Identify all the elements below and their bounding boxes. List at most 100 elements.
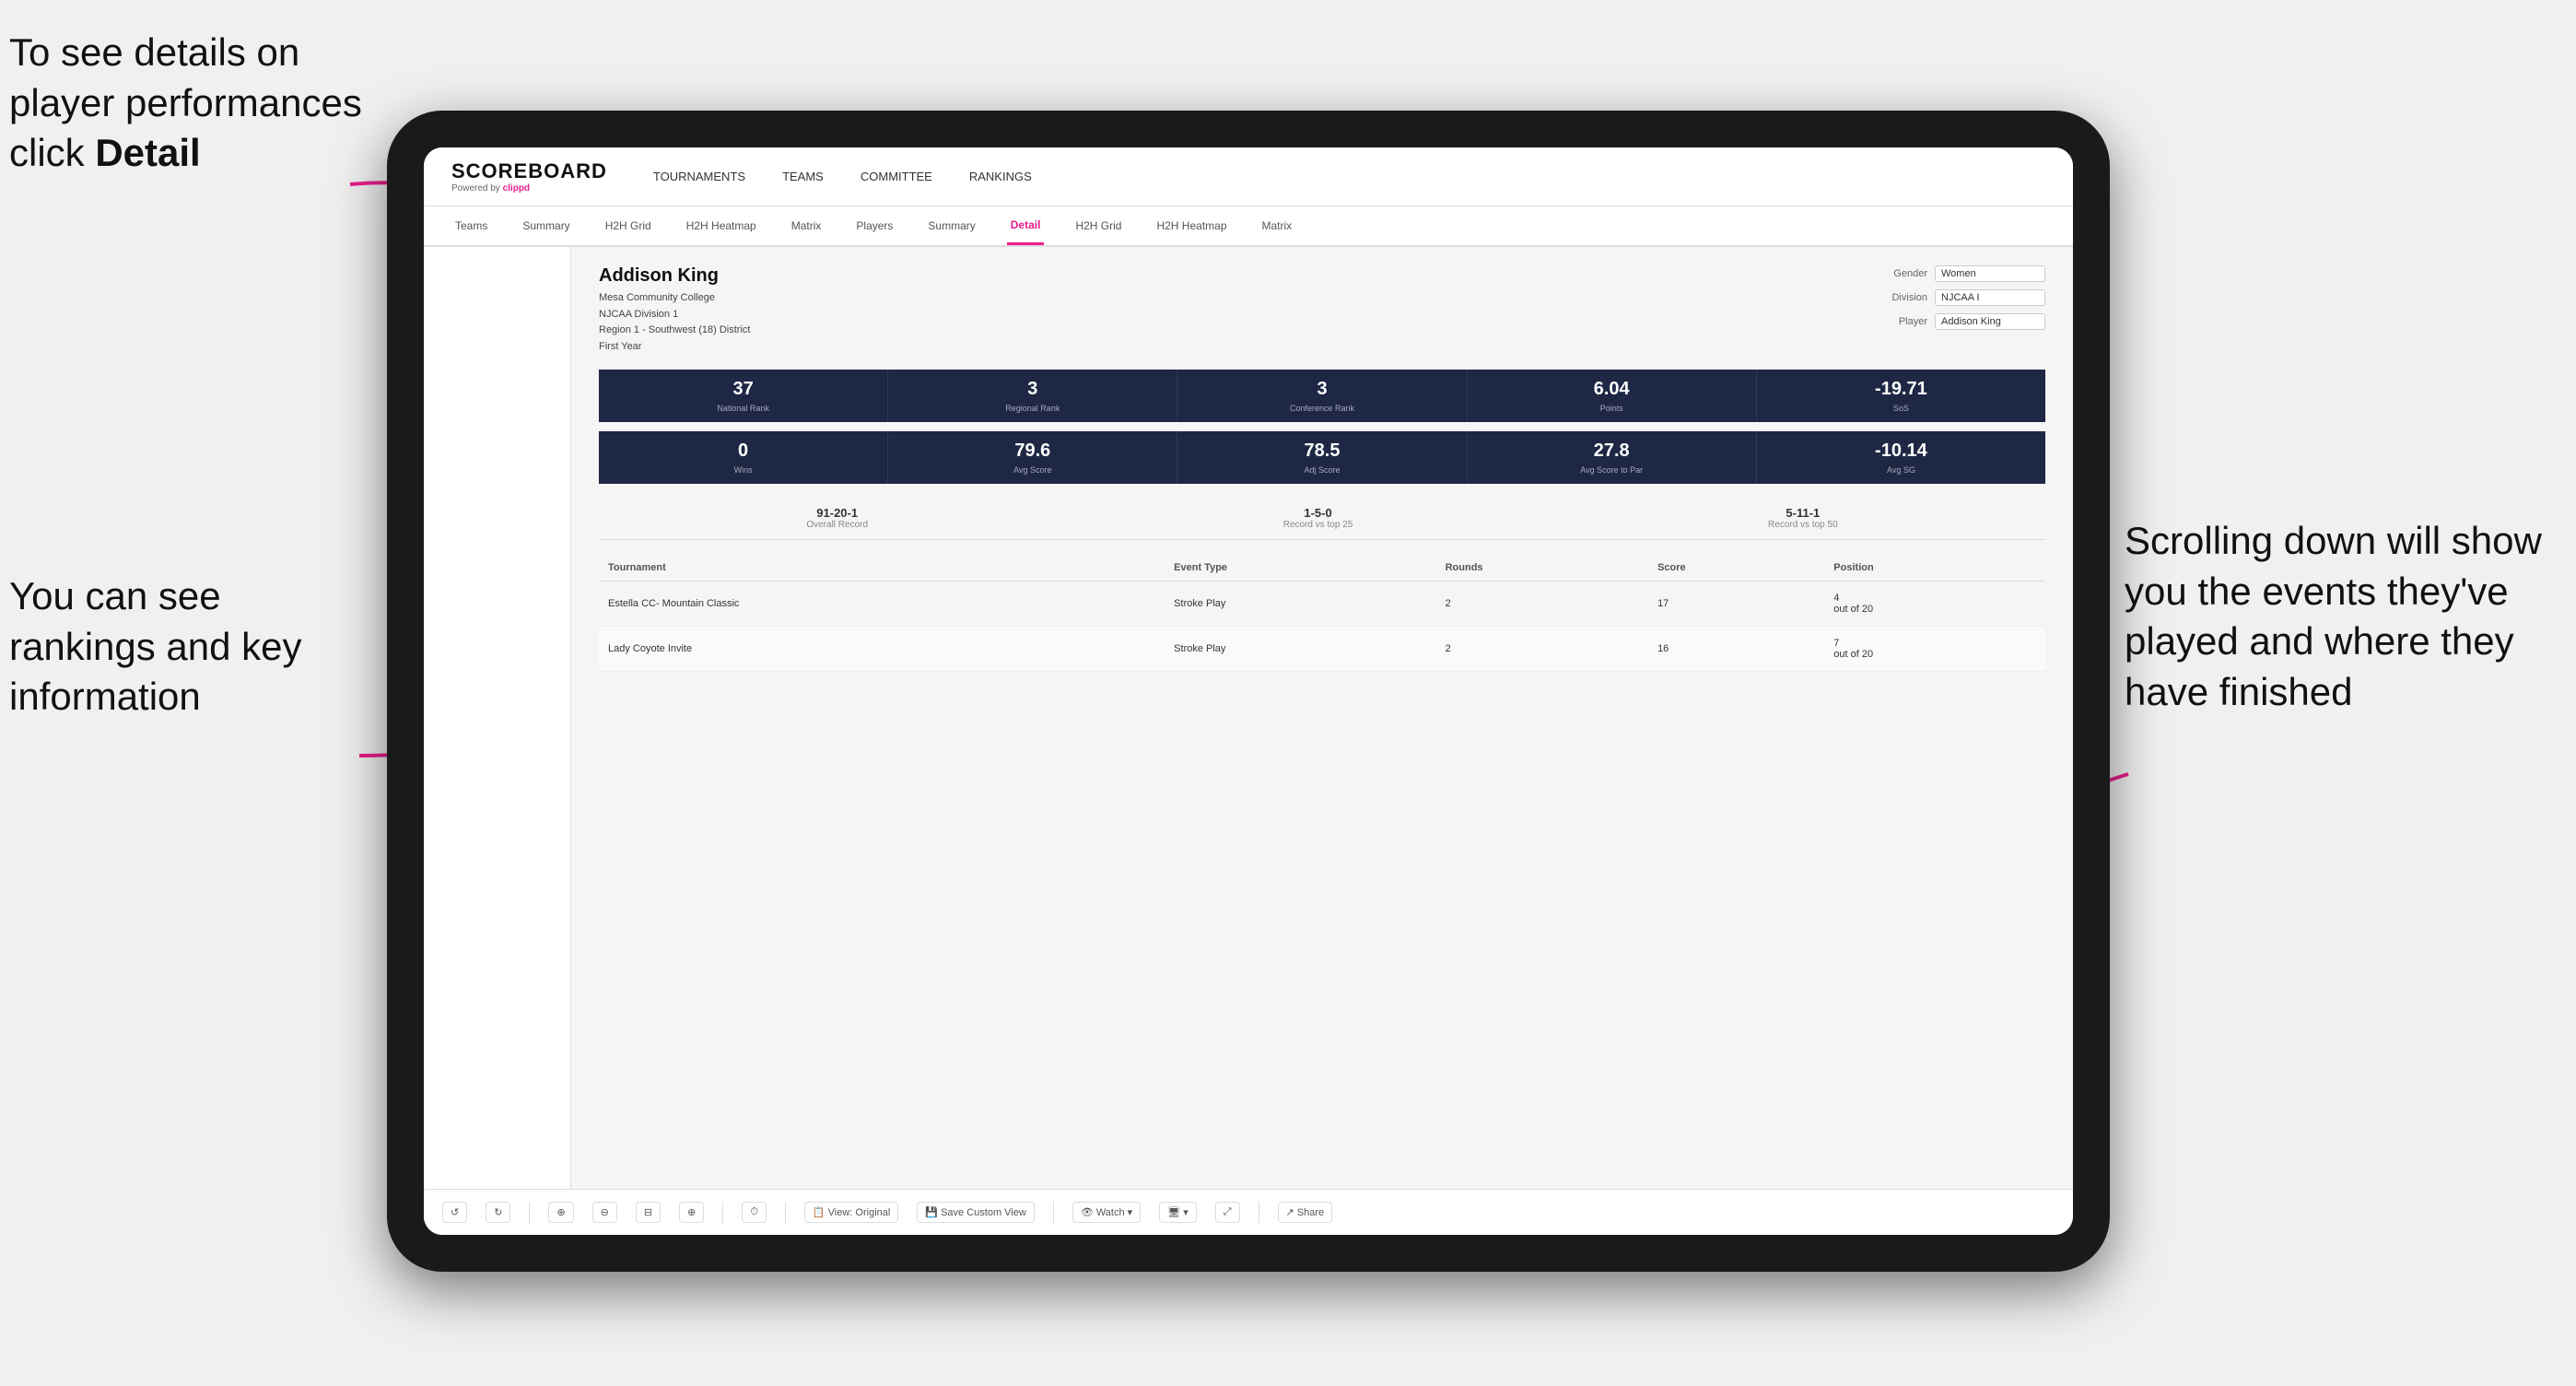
division-control-row: Division NJCAA I NJCAA II <box>1877 289 2045 306</box>
cell-position-2: 7out of 20 <box>1824 627 2045 672</box>
player-header: Addison King Mesa Community College NJCA… <box>599 265 2045 355</box>
stat-value-sos: -19.71 <box>1764 379 2038 400</box>
left-sidebar <box>424 247 571 1189</box>
player-label: Player <box>1877 316 1927 327</box>
annotation-bottom-left: You can see rankings and key information <box>9 571 359 722</box>
nav-committee[interactable]: COMMITTEE <box>861 165 932 188</box>
stat-value-adj-score: 78.5 <box>1185 440 1458 462</box>
toolbar-watch[interactable]: 👁 Watch ▾ <box>1072 1202 1141 1223</box>
sub-nav-h2h-heatmap[interactable]: H2H Heatmap <box>683 206 760 245</box>
division-select[interactable]: NJCAA I NJCAA II <box>1935 289 2045 306</box>
col-tournament: Tournament <box>599 555 1165 581</box>
toolbar-save-custom[interactable]: 💾 Save Custom View <box>917 1202 1034 1223</box>
sub-nav-matrix2[interactable]: Matrix <box>1259 206 1296 245</box>
stat-label-avg-score-par: Avg Score to Par <box>1475 465 1749 475</box>
player-info: Addison King Mesa Community College NJCA… <box>599 265 750 355</box>
record-value-top25: 1-5-0 <box>1283 506 1353 520</box>
tournament-table: Tournament Event Type Rounds Score Posit… <box>599 555 2045 672</box>
sub-nav-h2h-heatmap2[interactable]: H2H Heatmap <box>1153 206 1230 245</box>
cell-score-1: 17 <box>1648 581 1824 627</box>
stats-row-2: 0 Wins 79.6 Avg Score 78.5 Adj Score 27.… <box>599 431 2045 484</box>
tablet-device: SCOREBOARD Powered by clippd TOURNAMENTS… <box>387 111 2110 1272</box>
stat-value-avg-score-par: 27.8 <box>1475 440 1749 462</box>
toolbar-zoom-out[interactable]: ⊖ <box>592 1202 617 1223</box>
toolbar-zoom-custom[interactable]: ⊕ <box>679 1202 704 1223</box>
stat-avg-score-par: 27.8 Avg Score to Par <box>1468 431 1757 484</box>
sub-nav-matrix[interactable]: Matrix <box>788 206 825 245</box>
sub-nav-summary[interactable]: Summary <box>519 206 573 245</box>
toolbar-sep-2 <box>722 1202 723 1224</box>
annotation-right: Scrolling down will show you the events … <box>2125 516 2567 717</box>
col-event-type: Event Type <box>1165 555 1435 581</box>
division-label: Division <box>1877 292 1927 303</box>
stat-label-avg-sg: Avg SG <box>1764 465 2038 475</box>
table-header-row: Tournament Event Type Rounds Score Posit… <box>599 555 2045 581</box>
sub-nav-teams[interactable]: Teams <box>451 206 491 245</box>
player-control-row: Player Addison King <box>1877 313 2045 330</box>
cell-tournament-2: Lady Coyote Invite <box>599 627 1165 672</box>
stat-label-avg-score: Avg Score <box>896 465 1169 475</box>
record-label-top25: Record vs top 25 <box>1283 520 1353 530</box>
table-row: Estella CC- Mountain Classic Stroke Play… <box>599 581 2045 627</box>
table-header: Tournament Event Type Rounds Score Posit… <box>599 555 2045 581</box>
stat-label-adj-score: Adj Score <box>1185 465 1458 475</box>
cell-rounds-1: 2 <box>1436 581 1648 627</box>
sub-nav-detail[interactable]: Detail <box>1007 206 1045 245</box>
stats-row-1: 37 National Rank 3 Regional Rank 3 Confe… <box>599 370 2045 422</box>
gender-select[interactable]: Women Men <box>1935 265 2045 282</box>
col-rounds: Rounds <box>1436 555 1648 581</box>
records-row: 91-20-1 Overall Record 1-5-0 Record vs t… <box>599 497 2045 540</box>
stat-label-national-rank: National Rank <box>606 404 880 413</box>
col-score: Score <box>1648 555 1824 581</box>
toolbar-view-original[interactable]: 📋 View: Original <box>804 1202 898 1223</box>
annotation-bold: Detail <box>95 131 200 174</box>
cell-event-type-2: Stroke Play <box>1165 627 1435 672</box>
record-value-overall: 91-20-1 <box>806 506 868 520</box>
toolbar-display[interactable]: 🖥 ▾ <box>1159 1202 1197 1223</box>
cell-rounds-2: 2 <box>1436 627 1648 672</box>
stat-value-conference-rank: 3 <box>1185 379 1458 400</box>
stat-national-rank: 37 National Rank <box>599 370 888 422</box>
annotation-top-left: To see details on player performances cl… <box>9 28 396 179</box>
logo-area: SCOREBOARD Powered by clippd <box>451 159 607 194</box>
stat-wins: 0 Wins <box>599 431 888 484</box>
player-college: Mesa Community College <box>599 290 750 307</box>
record-overall: 91-20-1 Overall Record <box>806 506 868 530</box>
sub-nav-summary2[interactable]: Summary <box>924 206 978 245</box>
sub-nav-players[interactable]: Players <box>852 206 896 245</box>
nav-tournaments[interactable]: TOURNAMENTS <box>653 165 745 188</box>
table-body: Estella CC- Mountain Classic Stroke Play… <box>599 581 2045 672</box>
stat-label-sos: SoS <box>1764 404 2038 413</box>
toolbar-fit[interactable]: ⊟ <box>636 1202 661 1223</box>
logo-brand: clippd <box>503 183 530 194</box>
stat-value-regional-rank: 3 <box>896 379 1169 400</box>
player-select[interactable]: Addison King <box>1935 313 2045 330</box>
record-top25: 1-5-0 Record vs top 25 <box>1283 506 1353 530</box>
cell-position-1: 4out of 20 <box>1824 581 2045 627</box>
toolbar-zoom-in[interactable]: ⊕ <box>548 1202 573 1223</box>
toolbar-sep-3 <box>785 1202 786 1224</box>
stat-adj-score: 78.5 Adj Score <box>1177 431 1467 484</box>
cell-event-type-1: Stroke Play <box>1165 581 1435 627</box>
toolbar-sep-1 <box>529 1202 530 1224</box>
stat-avg-sg: -10.14 Avg SG <box>1757 431 2045 484</box>
toolbar-share[interactable]: ↗ Share <box>1278 1202 1333 1223</box>
stat-value-wins: 0 <box>606 440 880 462</box>
nav-rankings[interactable]: RANKINGS <box>969 165 1032 188</box>
content-area: Addison King Mesa Community College NJCA… <box>571 247 2073 1189</box>
nav-teams[interactable]: TEAMS <box>782 165 824 188</box>
toolbar-timer[interactable]: ⏱ <box>742 1202 767 1223</box>
bottom-toolbar: ↺ ↻ ⊕ ⊖ ⊟ ⊕ ⏱ 📋 View: Original 💾 Save Cu… <box>424 1189 2073 1235</box>
toolbar-expand[interactable]: ⤢ <box>1215 1202 1240 1223</box>
record-label-overall: Overall Record <box>806 520 868 530</box>
nav-items: TOURNAMENTS TEAMS COMMITTEE RANKINGS <box>653 165 1032 188</box>
toolbar-redo[interactable]: ↻ <box>486 1202 510 1223</box>
sub-nav-h2h-grid2[interactable]: H2H Grid <box>1071 206 1125 245</box>
stat-label-points: Points <box>1475 404 1749 413</box>
toolbar-sep-4 <box>1053 1202 1054 1224</box>
stat-label-wins: Wins <box>606 465 880 475</box>
sub-nav: Teams Summary H2H Grid H2H Heatmap Matri… <box>424 206 2073 247</box>
sub-nav-h2h-grid[interactable]: H2H Grid <box>602 206 655 245</box>
toolbar-undo[interactable]: ↺ <box>442 1202 467 1223</box>
gender-control-row: Gender Women Men <box>1877 265 2045 282</box>
